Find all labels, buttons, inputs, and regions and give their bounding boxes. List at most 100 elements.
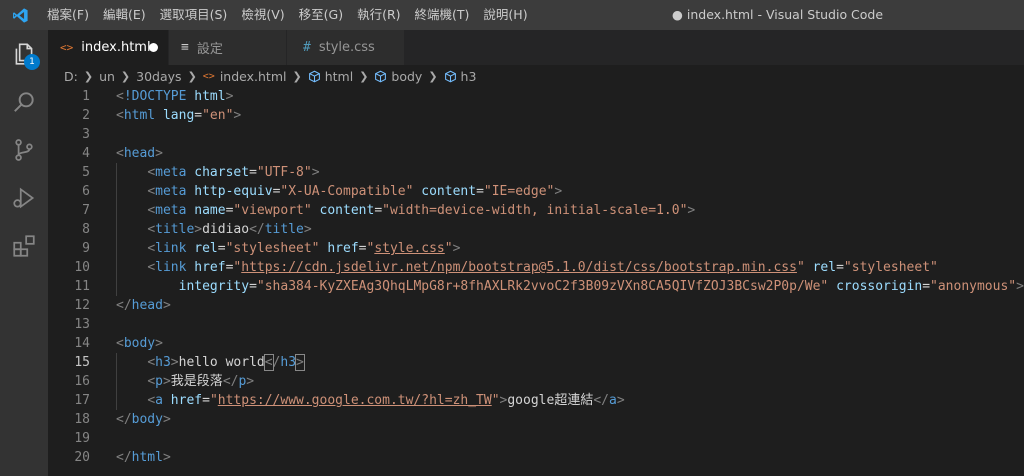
breadcrumb-item[interactable]: D: bbox=[64, 69, 78, 84]
code-editor[interactable]: 1 <!DOCTYPE html> 2 <html lang="en"> 3 4 <head… bbox=[48, 87, 1024, 476]
code-text: </html> bbox=[116, 448, 171, 467]
code-token: > bbox=[311, 165, 320, 180]
code-token: https://www.google.com.tw/?hl=zh_TW bbox=[217, 393, 492, 408]
files-icon[interactable]: 1 bbox=[0, 30, 48, 78]
menu-item[interactable]: 移至(G) bbox=[292, 0, 350, 30]
menu-item[interactable]: 終端機(T) bbox=[408, 0, 477, 30]
code-token: 我是段落 bbox=[170, 374, 223, 389]
code-line[interactable]: 2 <html lang="en"> bbox=[48, 106, 1024, 125]
code-line[interactable]: 13 bbox=[48, 315, 1024, 334]
code-token: "UTF-8" bbox=[256, 165, 312, 180]
code-token: < bbox=[147, 355, 156, 370]
breadcrumb-symbol[interactable]: h3 bbox=[444, 69, 476, 84]
breadcrumb: D: ❯ un ❯ 30days ❯ <> index.html ❯ html … bbox=[48, 65, 1024, 87]
code-line[interactable]: 17 <a href="https://www.google.com.tw/?h… bbox=[48, 391, 1024, 410]
code-line[interactable]: 3 bbox=[48, 125, 1024, 144]
code-line[interactable]: 15 <h3>hello world</h3> bbox=[48, 353, 1024, 372]
code-text: <link rel="stylesheet" href="style.css"> bbox=[116, 239, 460, 258]
menu-item[interactable]: 選取項目(S) bbox=[153, 0, 235, 30]
breadcrumb-symbol-label: body bbox=[391, 68, 423, 84]
code-text: </body> bbox=[116, 410, 171, 429]
code-text: <meta charset="UTF-8"> bbox=[116, 163, 320, 182]
code-token: link bbox=[155, 241, 187, 256]
code-token: = bbox=[374, 203, 383, 218]
code-line[interactable]: 16 <p>我是段落</p> bbox=[48, 372, 1024, 391]
extensions-icon[interactable] bbox=[0, 222, 48, 270]
breadcrumb-item[interactable]: un bbox=[99, 69, 115, 84]
code-token: = bbox=[922, 279, 931, 294]
code-token: > bbox=[452, 241, 461, 256]
symbol-cube-icon bbox=[444, 70, 456, 82]
editor-tabs: <> index.html ≡ 設定 # style.css bbox=[48, 30, 1024, 65]
code-line[interactable]: 19 bbox=[48, 429, 1024, 448]
code-token: < bbox=[263, 354, 274, 371]
code-token: </ bbox=[116, 450, 132, 465]
chevron-right-icon: ❯ bbox=[187, 69, 197, 83]
code-token: "width=device-width, initial-scale=1.0" bbox=[382, 203, 688, 218]
tab-style-css[interactable]: # style.css bbox=[287, 30, 405, 65]
code-line[interactable]: 4 <head> bbox=[48, 144, 1024, 163]
code-token: " bbox=[491, 393, 500, 408]
menu-item[interactable]: 檔案(F) bbox=[40, 0, 96, 30]
code-token: "sha384-KyZXEAg3QhqLMpG8r+8fhAXLRk2vvoC2… bbox=[256, 279, 829, 294]
line-number: 1 bbox=[82, 89, 90, 104]
tab-settings[interactable]: ≡ 設定 bbox=[169, 30, 287, 65]
source-control-icon[interactable] bbox=[0, 126, 48, 174]
chevron-right-icon: ❯ bbox=[120, 69, 131, 83]
code-line[interactable]: 8 <title>didiao</title> bbox=[48, 220, 1024, 239]
code-token: html bbox=[131, 450, 163, 465]
css-file-icon: # bbox=[303, 40, 311, 55]
code-line[interactable]: 9 <link rel="stylesheet" href="style.css… bbox=[48, 239, 1024, 258]
menu-item[interactable]: 執行(R) bbox=[350, 0, 407, 30]
vscode-logo-icon bbox=[0, 0, 40, 30]
breadcrumb-item[interactable]: 30days bbox=[136, 69, 181, 84]
menu-item[interactable]: 編輯(E) bbox=[96, 0, 153, 30]
tab-index-html[interactable]: <> index.html bbox=[48, 30, 169, 65]
breadcrumb-symbol[interactable]: body bbox=[374, 69, 422, 84]
code-token: > bbox=[616, 393, 625, 408]
code-token: html bbox=[194, 89, 226, 104]
tab-label: style.css bbox=[318, 40, 375, 55]
code-token: "viewport" bbox=[233, 203, 312, 218]
code-line[interactable]: 14 <body> bbox=[48, 334, 1024, 353]
code-token: > bbox=[295, 354, 305, 371]
code-text: <!DOCTYPE html> bbox=[116, 87, 233, 106]
code-line[interactable]: 11 integrity="sha384-KyZXEAg3QhqLMpG8r+8… bbox=[48, 277, 1024, 296]
line-number: 6 bbox=[82, 184, 90, 199]
breadcrumb-symbol[interactable]: html bbox=[308, 69, 353, 84]
chevron-right-icon: ❯ bbox=[83, 69, 94, 83]
code-line[interactable]: 1 <!DOCTYPE html> bbox=[48, 87, 1024, 106]
code-line[interactable]: 7 <meta name="viewport" content="width=d… bbox=[48, 201, 1024, 220]
code-text: <meta name="viewport" content="width=dev… bbox=[116, 201, 695, 220]
code-token: html bbox=[123, 108, 156, 123]
code-line[interactable]: 20 </html> bbox=[48, 448, 1024, 467]
code-token: title bbox=[264, 222, 304, 237]
code-token: > bbox=[687, 203, 696, 218]
menu-item[interactable]: 檢視(V) bbox=[234, 0, 291, 30]
code-token: body bbox=[131, 412, 163, 427]
code-line[interactable]: 6 <meta http-equiv = "X-UA-Compatible" con… bbox=[48, 182, 1024, 201]
run-debug-icon[interactable] bbox=[0, 174, 48, 222]
unsaved-dot-icon[interactable] bbox=[149, 43, 158, 52]
code-line[interactable]: 12 </head> bbox=[48, 296, 1024, 315]
code-text: </head> bbox=[116, 296, 171, 315]
tab-label: 設定 bbox=[196, 42, 223, 57]
code-token: head bbox=[123, 146, 156, 161]
menu-item[interactable]: 說明(H) bbox=[476, 0, 534, 30]
code-line[interactable]: 5 <meta charset="UTF-8"> bbox=[48, 163, 1024, 182]
breadcrumb-file[interactable]: <> index.html bbox=[203, 69, 287, 84]
code-token: > bbox=[162, 412, 171, 427]
code-line[interactable]: 18 </body> bbox=[48, 410, 1024, 429]
code-token: "en" bbox=[202, 108, 234, 123]
search-icon[interactable] bbox=[0, 78, 48, 126]
line-number: 8 bbox=[82, 222, 90, 237]
code-line[interactable]: 10 <link href = "https://cdn.jsdelivr.net/… bbox=[48, 258, 1024, 277]
breadcrumb-symbol-label: html bbox=[324, 68, 354, 84]
title-bar: 檔案(F) 編輯(E) 選取項目(S) 檢視(V) 移至(G) 執行(R) 終端機(T) 說明… bbox=[0, 0, 1024, 30]
